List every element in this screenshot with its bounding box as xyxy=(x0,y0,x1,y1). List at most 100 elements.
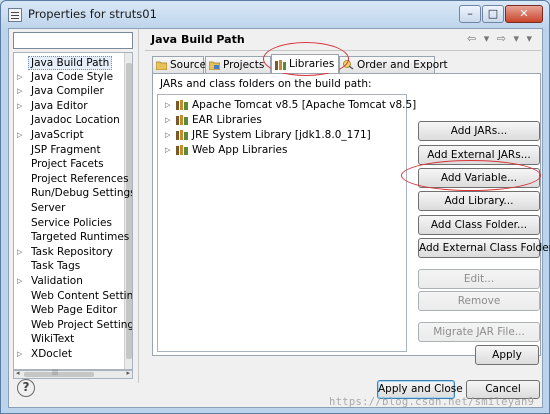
library-icon xyxy=(176,130,188,140)
source-folder-icon xyxy=(156,61,167,70)
maximize-button[interactable]: □ xyxy=(482,5,504,23)
library-icon xyxy=(176,145,188,155)
tab-source[interactable]: Source xyxy=(152,56,207,73)
library-icon xyxy=(176,100,188,110)
scroll-thumb[interactable] xyxy=(126,63,132,359)
sidebar-item[interactable]: Web Project Settings xyxy=(14,318,132,333)
sidebar-item-label: Service Policies xyxy=(31,216,112,229)
tab-label: Projects xyxy=(223,59,265,71)
sidebar-item[interactable]: Targeted Runtimes xyxy=(14,230,129,245)
add-library-button[interactable]: Add Library... xyxy=(418,191,540,211)
apply-button[interactable]: Apply xyxy=(475,345,539,365)
tree-horizontal-scrollbar[interactable]: ◂ ||| ▸ xyxy=(13,369,133,379)
sidebar-item-label: Project Facets xyxy=(31,158,104,171)
sidebar-item-label: Task Repository xyxy=(31,245,113,258)
sidebar-item-label: Web Content Settings xyxy=(31,289,133,302)
filter-input[interactable] xyxy=(13,32,133,49)
sidebar-item[interactable]: WikiText xyxy=(14,332,126,347)
expand-arrow-icon[interactable]: ▷ xyxy=(165,98,170,112)
library-label: Web App Libraries xyxy=(192,144,288,156)
tab-order-and-export[interactable]: Order and Export xyxy=(339,56,448,73)
sidebar-item[interactable]: ▷ Task Repository xyxy=(14,245,126,260)
minimize-button[interactable]: – xyxy=(459,5,481,23)
help-icon[interactable]: ? xyxy=(17,379,35,397)
expand-arrow-icon[interactable]: ▷ xyxy=(17,128,22,143)
tab-libraries[interactable]: Libraries xyxy=(271,54,339,73)
sidebar-item[interactable]: Task Tags xyxy=(14,259,126,274)
page-navigation[interactable]: ⇦ ▾ ⇨ ▾ ▾ xyxy=(467,32,534,45)
sidebar-item-label: JSP Fragment xyxy=(31,143,101,156)
scroll-thumb[interactable] xyxy=(24,372,94,377)
dialog-client-area: Java Build Path ▷ Java Code Style ▷ Java Com… xyxy=(8,28,550,408)
title-bar[interactable]: Properties for struts01 – □ ✕ xyxy=(1,1,549,29)
order-export-icon xyxy=(343,60,354,70)
sidebar-item[interactable]: ▷ Validation xyxy=(14,274,126,289)
sidebar-item[interactable]: ▷ Java Editor xyxy=(14,99,126,114)
expand-arrow-icon[interactable]: ▷ xyxy=(165,143,170,157)
sidebar-item-label: Web Project Settings xyxy=(31,318,133,331)
libraries-panel: JARs and class folders on the build path… xyxy=(152,73,550,356)
expand-arrow-icon[interactable]: ▷ xyxy=(17,347,22,362)
scroll-left-icon[interactable]: ◂ xyxy=(16,369,20,377)
expand-arrow-icon[interactable]: ▷ xyxy=(165,113,170,127)
add-jars-button[interactable]: Add JARs... xyxy=(418,121,540,141)
tab-label: Order and Export xyxy=(357,59,448,71)
edit-button[interactable]: Edit... xyxy=(418,269,540,289)
sidebar-item-label: Validation xyxy=(31,275,83,287)
sidebar-item[interactable]: Run/Debug Settings xyxy=(14,186,132,201)
sidebar-item[interactable]: ▷ Java Code Style xyxy=(14,70,126,85)
sidebar-item-label: Run/Debug Settings xyxy=(31,187,133,200)
library-label: EAR Libraries xyxy=(192,114,262,126)
library-label: JRE System Library [jdk1.8.0_171] xyxy=(192,129,371,141)
library-list: ▷ Apache Tomcat v8.5 [Apache Tomcat v8.5]… xyxy=(157,94,416,352)
sidebar-item-label: XDoclet xyxy=(31,348,72,360)
remove-button[interactable]: Remove xyxy=(418,291,540,311)
sidebar-item[interactable]: Project Facets xyxy=(14,157,126,172)
add-class-folder-button[interactable]: Add Class Folder... xyxy=(418,215,540,235)
migrate-jar-button[interactable]: Migrate JAR File... xyxy=(418,322,540,342)
sidebar-item-label: Java Code Style xyxy=(31,70,114,83)
add-external-jars-button[interactable]: Add External JARs... xyxy=(418,145,540,165)
sidebar-item[interactable]: ▷ JavaScript xyxy=(14,128,126,143)
sidebar-item-label: Javadoc Location xyxy=(31,114,120,127)
expand-arrow-icon[interactable]: ▷ xyxy=(165,128,170,142)
sidebar-item[interactable]: Web Page Editor xyxy=(14,303,126,318)
sidebar-item[interactable]: JSP Fragment xyxy=(14,143,126,158)
property-page-tree: Java Build Path ▷ Java Code Style ▷ Java Com… xyxy=(13,52,133,370)
sidebar-item-label: Java Compiler xyxy=(31,85,104,98)
tab-projects[interactable]: Projects xyxy=(205,56,271,73)
tab-label: Libraries xyxy=(289,58,335,70)
expand-arrow-icon[interactable]: ▷ xyxy=(17,84,22,99)
add-external-class-folder-button[interactable]: Add External Class Folder... xyxy=(418,238,550,258)
expand-arrow-icon[interactable]: ▷ xyxy=(17,70,22,85)
splitter[interactable] xyxy=(138,29,139,383)
build-path-label: JARs and class folders on the build path… xyxy=(160,78,372,90)
projects-icon xyxy=(209,61,220,70)
sidebar-item[interactable]: Javadoc Location xyxy=(14,113,126,128)
expand-arrow-icon[interactable]: ▷ xyxy=(17,245,22,260)
expand-arrow-icon[interactable]: ▷ xyxy=(17,274,22,289)
sidebar-item-label: Java Build Path xyxy=(28,56,113,70)
sidebar-item-label: Project References xyxy=(31,172,129,185)
window-title: Properties for struts01 xyxy=(28,7,157,21)
sidebar-item[interactable]: Service Policies xyxy=(14,216,126,231)
sidebar-item[interactable]: Server xyxy=(14,201,126,216)
scroll-grip: ||| xyxy=(52,369,59,376)
sidebar-item[interactable]: Java Build Path xyxy=(14,55,126,70)
scroll-right-icon[interactable]: ▸ xyxy=(126,369,130,377)
sidebar-item-label: WikiText xyxy=(31,333,75,346)
close-button[interactable]: ✕ xyxy=(505,5,543,23)
watermark: https://blog.csdn.net/smileyan9 xyxy=(329,396,535,408)
page-title: Java Build Path xyxy=(151,33,245,46)
sidebar-item[interactable]: Project References xyxy=(14,172,129,187)
properties-icon xyxy=(8,8,22,22)
sidebar-item-label: Web Page Editor xyxy=(31,304,118,317)
sidebar-item[interactable]: ▷ XDoclet xyxy=(14,347,126,362)
divider xyxy=(145,50,541,51)
add-variable-button[interactable]: Add Variable... xyxy=(418,168,540,188)
sidebar-item[interactable]: ▷ Java Compiler xyxy=(14,84,126,99)
tab-label: Source xyxy=(170,59,207,71)
expand-arrow-icon[interactable]: ▷ xyxy=(17,99,22,114)
sidebar-item[interactable]: Web Content Settings xyxy=(14,289,132,304)
library-label: Apache Tomcat v8.5 [Apache Tomcat v8.5] xyxy=(192,99,417,111)
